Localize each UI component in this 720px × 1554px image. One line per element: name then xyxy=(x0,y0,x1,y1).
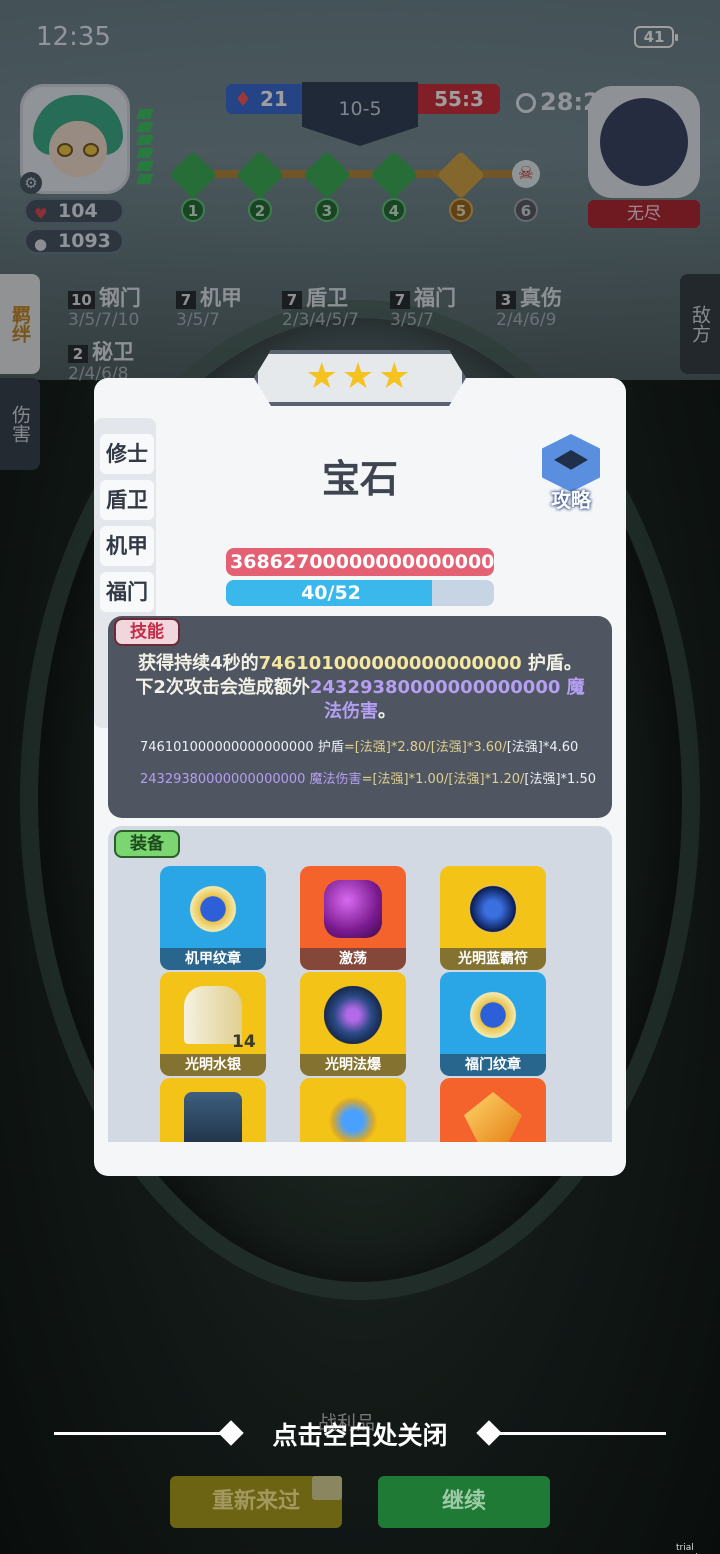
unit-name: 宝石 xyxy=(321,457,398,501)
skill-description: 获得持续4秒的746101000000000000000 护盾。下2次攻击会造成… xyxy=(130,652,590,724)
formula-magic: 24329380000000000000 魔法伤害=[法强]*1.00/[法强]… xyxy=(140,770,610,789)
trait-tab[interactable]: 机甲 xyxy=(100,526,154,566)
equipment-name: 光明水银 xyxy=(160,1054,266,1076)
guide-button[interactable]: 攻略 xyxy=(536,434,606,514)
skill-text: 。 xyxy=(378,701,396,722)
equipment-name: 光明法爆 xyxy=(300,1054,406,1076)
equipment-item[interactable]: 光明蓝霸符 xyxy=(440,866,546,970)
formula-expr: =[法强]*1.00/[法强]*1.20/ xyxy=(361,772,525,787)
crystal-ball-icon xyxy=(464,880,522,938)
guide-label: 攻略 xyxy=(551,488,591,512)
star-rating: ★★★ xyxy=(254,350,466,406)
equipment-name: 福门纹章 xyxy=(440,1054,546,1076)
emblem-icon xyxy=(184,880,242,938)
shield-value: 746101000000000000000 xyxy=(258,653,522,674)
equipment-item[interactable]: 福门纹章 xyxy=(440,972,546,1076)
formula-unit: 魔法伤害 xyxy=(305,772,362,787)
trial-watermark: trial version xyxy=(676,1543,709,1554)
equipment-item[interactable] xyxy=(440,1078,546,1142)
formula-value: 24329380000000000000 xyxy=(140,772,306,787)
magic-value: 24329380000000000000 xyxy=(309,677,561,698)
mana-value: 40/52 xyxy=(301,582,361,604)
continue-button[interactable]: 继续 xyxy=(378,1476,550,1528)
skill-text: 获得持续4秒的 xyxy=(138,653,259,674)
emblem-icon xyxy=(464,986,522,1044)
equipment-name: 激荡 xyxy=(300,948,406,970)
orb-icon xyxy=(324,880,382,938)
formula-shield: 746101000000000000000 护盾=[法强]*2.80/[法强]*… xyxy=(140,738,610,757)
skill-tag: 技能 xyxy=(114,618,180,646)
formula-expr: =[法强]*2.80/[法强]*3.60/ xyxy=(343,740,507,755)
close-hint: 点击空白处关闭 xyxy=(272,1421,448,1450)
equipment-name: 机甲纹章 xyxy=(160,948,266,970)
gold-crystal-icon xyxy=(464,1092,522,1142)
equipment-item[interactable]: 14 光明水银 xyxy=(160,972,266,1076)
formula-value: 746101000000000000000 xyxy=(140,740,314,755)
equipment-item[interactable]: 光明法爆 xyxy=(300,972,406,1076)
trait-tab[interactable]: 盾卫 xyxy=(100,480,154,520)
equipment-badge: 14 xyxy=(232,1032,256,1052)
equipment-name: 光明蓝霸符 xyxy=(440,948,546,970)
video-ad-icon xyxy=(312,1476,342,1500)
equipment-item[interactable] xyxy=(160,1078,266,1142)
formula-unit: 护盾 xyxy=(313,740,344,755)
unit-hp-bar: 3686270000000000000000/ xyxy=(226,548,494,576)
formula-tail: [法强]*1.50 xyxy=(524,772,596,787)
trait-tab[interactable]: 福门 xyxy=(100,572,154,612)
equipment-item[interactable]: 机甲纹章 xyxy=(160,866,266,970)
equipment-item[interactable]: 激荡 xyxy=(300,866,406,970)
formula-tail: [法强]*4.60 xyxy=(506,740,579,755)
equipment-item[interactable] xyxy=(300,1078,406,1142)
equipment-tag: 装备 xyxy=(114,830,180,858)
blue-gem-icon xyxy=(324,1092,382,1142)
dragon-helm-icon xyxy=(324,986,382,1044)
equipment-panel: 机甲纹章 激荡 光明蓝霸符 14 光明水银 光明法爆 福门纹章 xyxy=(108,826,612,1142)
armor-icon xyxy=(184,1092,242,1142)
trait-tab[interactable]: 修士 xyxy=(100,434,154,474)
